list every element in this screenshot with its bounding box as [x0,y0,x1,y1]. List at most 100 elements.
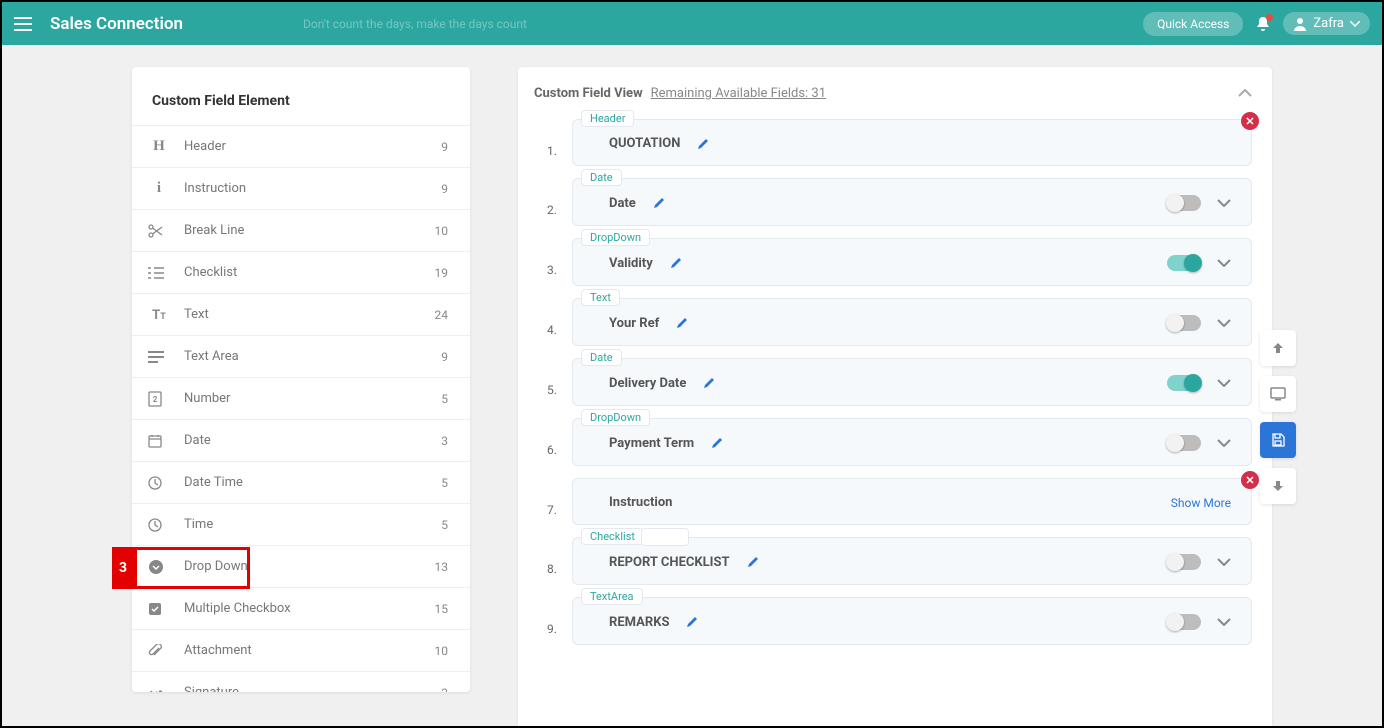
attach-icon [148,644,170,658]
element-item-date[interactable]: Date3 [132,419,470,461]
row-number: 1. [532,119,572,166]
element-count: 10 [435,644,455,658]
element-item-signature[interactable]: Signature3 [132,671,470,692]
element-label: Text [184,307,435,322]
H-icon: H [148,138,170,155]
field-title: REPORT CHECKLIST [609,555,730,570]
top-bar: Sales Connection Don't count the days, m… [2,2,1382,45]
element-item-instruction[interactable]: iInstruction9 [132,167,470,209]
element-item-checklist[interactable]: Checklist19 [132,251,470,293]
i-icon: i [148,180,170,197]
required-toggle[interactable] [1167,195,1201,211]
edit-icon[interactable] [702,376,716,390]
element-count: 24 [435,308,455,322]
required-toggle[interactable] [1167,614,1201,630]
element-count: 5 [441,518,454,532]
element-label: Text Area [184,349,441,364]
expand-icon[interactable] [1217,618,1231,626]
remaining-fields-link[interactable]: Remaining Available Fields: 31 [651,86,826,101]
menu-icon[interactable] [14,17,32,31]
element-label: Break Line [184,223,435,238]
checklist-icon [148,266,170,280]
element-item-attachment[interactable]: Attachment10 [132,629,470,671]
save-button[interactable] [1260,422,1296,458]
element-count: 9 [441,350,454,364]
field-title: Date [609,196,636,211]
element-count: 9 [441,140,454,154]
element-count: 19 [435,266,455,280]
element-count: 5 [441,476,454,490]
scissors-icon [148,223,170,239]
user-menu[interactable]: Zafra [1283,12,1370,35]
user-name: Zafra [1313,16,1344,31]
scroll-down-button[interactable] [1260,468,1296,504]
right-panel-title: Custom Field View [534,86,643,101]
element-count: 3 [441,686,454,693]
app-title: Sales Connection [50,14,183,34]
required-toggle[interactable] [1167,255,1201,271]
element-label: Date Time [184,475,441,490]
edit-icon[interactable] [710,436,724,450]
collapse-panel-icon[interactable] [1238,89,1252,97]
number-icon: 2 [148,391,170,407]
field-row-remarks: 9.TextAreaREMARKS [532,597,1252,645]
field-row-payment-term: 6.DropDownPayment Term [532,418,1252,466]
expand-icon[interactable] [1217,379,1231,387]
expand-icon[interactable] [1217,259,1231,267]
element-count: 9 [441,182,454,196]
dropdown-icon [148,559,170,575]
highlight-badge: 3 [112,547,134,589]
header-quote: Don't count the days, make the days coun… [303,17,527,31]
user-icon [1293,17,1307,31]
field-row-report-checklist: 8.ChecklistREPORT CHECKLIST [532,537,1252,585]
element-item-drop-down[interactable]: Drop Down13 [132,545,470,587]
custom-field-view-panel: Custom Field View Remaining Available Fi… [518,67,1272,726]
field-row-delivery-date: 5.DateDelivery Date [532,358,1252,406]
element-item-header[interactable]: HHeader9 [132,125,470,167]
Tт-icon: TT [148,307,170,323]
row-number: 4. [532,298,572,346]
edit-icon[interactable] [669,256,683,270]
quick-access-button[interactable]: Quick Access [1143,12,1243,36]
expand-icon[interactable] [1217,199,1231,207]
clock-icon [148,518,170,532]
edit-icon[interactable] [685,615,699,629]
remove-field-icon[interactable]: ✕ [1241,471,1259,489]
element-item-number[interactable]: 2Number5 [132,377,470,419]
clock-icon [148,476,170,490]
element-label: Time [184,517,441,532]
remove-field-icon[interactable]: ✕ [1241,112,1259,130]
type-tag: DropDown [581,229,650,246]
show-more-link[interactable]: Show More [1171,496,1231,510]
required-toggle[interactable] [1167,435,1201,451]
required-toggle[interactable] [1167,375,1201,391]
element-item-date-time[interactable]: Date Time5 [132,461,470,503]
element-item-multiple-checkbox[interactable]: Multiple Checkbox15 [132,587,470,629]
expand-icon[interactable] [1217,439,1231,447]
checkbox-icon [148,602,170,616]
edit-icon[interactable] [652,196,666,210]
edit-icon[interactable] [696,137,710,151]
element-item-time[interactable]: Time5 [132,503,470,545]
date-icon [148,434,170,448]
field-title: Instruction [609,495,672,510]
element-item-text[interactable]: TT Text24 [132,293,470,335]
row-number: 7. [532,478,572,525]
custom-field-element-panel: Custom Field Element HHeader9iInstructio… [132,67,470,692]
type-tag: Header [581,110,634,127]
element-item-break-line[interactable]: Break Line10 [132,209,470,251]
expand-icon[interactable] [1217,558,1231,566]
preview-button[interactable] [1260,376,1296,412]
required-toggle[interactable] [1167,554,1201,570]
edit-icon[interactable] [675,316,689,330]
required-toggle[interactable] [1167,315,1201,331]
edit-icon[interactable] [746,555,760,569]
notifications-icon[interactable] [1255,16,1271,32]
expand-icon[interactable] [1217,319,1231,327]
row-number: 8. [532,537,572,585]
field-title: Delivery Date [609,376,686,391]
element-item-text-area[interactable]: Text Area9 [132,335,470,377]
scroll-up-button[interactable] [1260,330,1296,366]
field-title: REMARKS [609,615,669,630]
element-count: 3 [441,434,454,448]
